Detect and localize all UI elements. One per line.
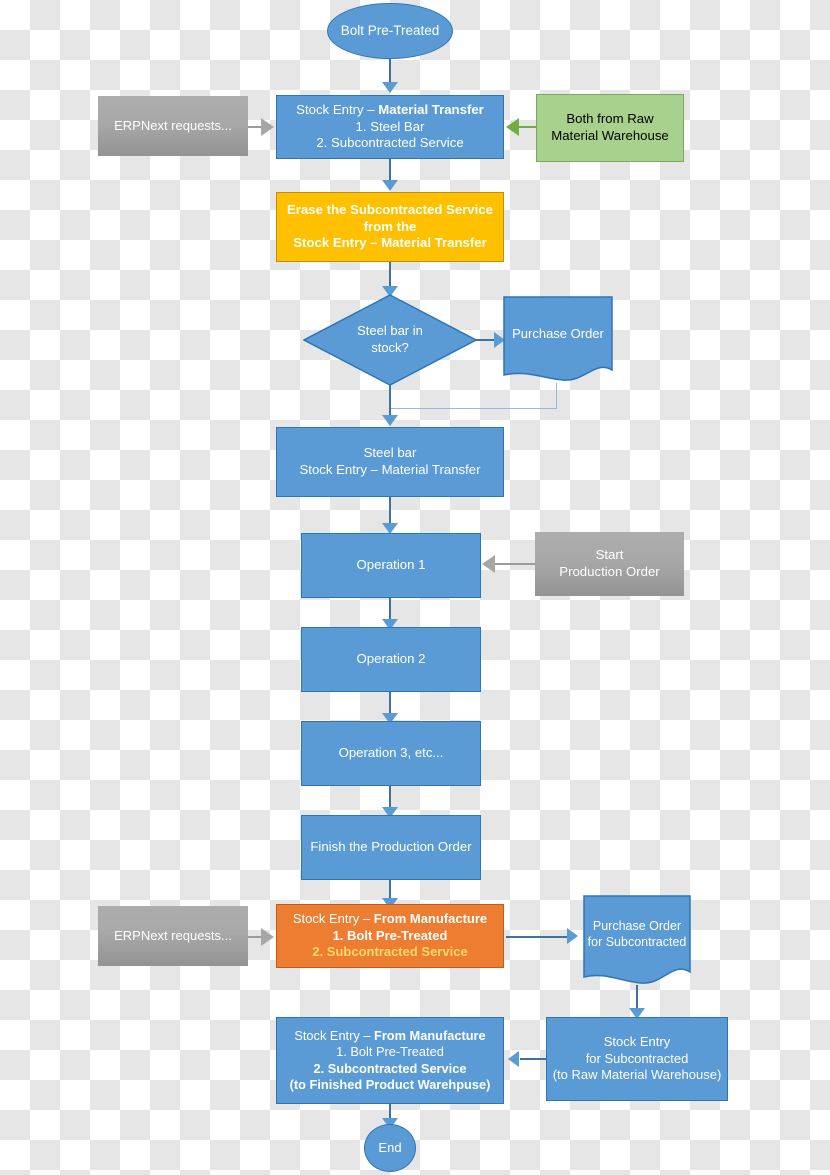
node-erase-subcontracted-service[interactable]: Erase the Subcontracted Service from the… — [276, 192, 504, 262]
arrowhead-left — [508, 1051, 519, 1067]
from-manufacture-line-2: 1. Bolt Pre-Treated — [332, 927, 448, 943]
node-start-production-order[interactable]: Start Production Order — [535, 532, 684, 596]
from-manufacture-line-3: 2. Subcontracted Service — [312, 944, 468, 960]
stock-entry-sub-line-1: Stock Entry — [603, 1034, 671, 1050]
start-production-line-2: Production Order — [559, 564, 660, 579]
stock-entry-sub-line-2: for Subcontracted — [585, 1050, 689, 1066]
arrowhead-right — [567, 928, 578, 944]
node-finish-production-order[interactable]: Finish the Production Order — [301, 815, 481, 880]
connector-from-manufacture-to-po-subcontracted — [506, 936, 572, 938]
node-decision-steel-bar-in-stock[interactable]: Steel bar in stock? — [303, 294, 477, 386]
final-manufacture-line-1-bold: From Manufacture — [374, 1027, 486, 1043]
start-production-line-1: Start — [595, 547, 624, 563]
node-stock-entry-material-transfer[interactable]: Stock Entry – Material Transfer 1. Steel… — [276, 95, 504, 159]
po-subcontracted-line-2: for Subcontracted — [587, 935, 687, 949]
finish-production-order-label: Finish the Production Order — [310, 839, 472, 855]
arrowhead-right — [261, 928, 274, 946]
node-erpnext-requests-top[interactable]: ERPNext requests... — [98, 96, 248, 156]
node-operation-2[interactable]: Operation 2 — [301, 627, 481, 692]
steel-bar-line-2: Stock Entry – Material Transfer — [299, 462, 481, 477]
node-end-label: End — [378, 1139, 402, 1155]
final-manufacture-line-2: 1. Bolt Pre-Treated — [336, 1044, 444, 1060]
connector-raw-material-to-material-transfer — [519, 126, 537, 128]
from-manufacture-line-1: Stock Entry – From Manufacture — [292, 911, 488, 927]
steel-bar-line-1: Steel bar — [363, 445, 417, 461]
node-purchase-order-for-subcontracted[interactable]: Purchase Order for Subcontracted — [583, 895, 691, 987]
decision-line-1: Steel bar in — [357, 323, 423, 339]
node-both-from-raw-material-warehouse[interactable]: Both from Raw Material Warehouse — [536, 94, 684, 162]
flowchart-canvas: Bolt Pre-Treated ERPNext requests... Sto… — [0, 0, 830, 1175]
arrowhead-right — [261, 118, 274, 136]
arrowhead-down — [382, 180, 398, 191]
operation-1-label: Operation 1 — [356, 557, 426, 573]
connector-purchase-order-loopback-vertical — [556, 383, 557, 409]
material-transfer-line-1: Stock Entry – Material Transfer — [296, 101, 484, 117]
decision-line-2: stock? — [371, 340, 409, 355]
final-manufacture-line-4: (to Finished Product Warehpuse) — [289, 1076, 491, 1092]
node-start-bolt-pre-treated[interactable]: Bolt Pre-Treated — [327, 3, 453, 59]
node-operation-3[interactable]: Operation 3, etc... — [301, 721, 481, 786]
node-erpnext-requests-bottom[interactable]: ERPNext requests... — [98, 906, 248, 966]
node-steel-bar-material-transfer[interactable]: Steel bar Stock Entry – Material Transfe… — [276, 427, 504, 497]
material-transfer-line-3: 2. Subcontracted Service — [316, 135, 464, 151]
arrowhead-left — [482, 555, 495, 573]
erase-line-3: Stock Entry – Material Transfer — [293, 235, 487, 251]
raw-material-line-2: Material Warehouse — [551, 128, 669, 143]
connector-stock-entry-to-final-manufacture — [520, 1058, 548, 1060]
erase-line-1: Erase the Subcontracted Service — [287, 201, 493, 217]
node-erpnext-requests-top-label: ERPNext requests... — [114, 117, 232, 133]
node-operation-1[interactable]: Operation 1 — [301, 533, 481, 598]
arrowhead-down — [382, 82, 398, 93]
arrowhead-left — [506, 118, 519, 136]
arrowhead-down — [382, 415, 398, 426]
connector-start-production-to-operation-1 — [495, 563, 535, 565]
operation-3-label: Operation 3, etc... — [338, 745, 444, 761]
final-manufacture-line-3: 2. Subcontracted Service — [313, 1060, 467, 1076]
raw-material-line-1: Both from Raw — [566, 111, 654, 127]
connector-purchase-order-loopback-horizontal — [390, 408, 557, 409]
material-transfer-line-2: 1. Steel Bar — [355, 118, 425, 134]
po-subcontracted-line-1: Purchase Order — [592, 919, 682, 933]
final-manufacture-line-1: Stock Entry – From Manufacture — [294, 1027, 486, 1043]
operation-2-label: Operation 2 — [356, 651, 426, 667]
node-start-label: Bolt Pre-Treated — [340, 23, 440, 39]
stock-entry-sub-line-3: (to Raw Material Warehouse) — [552, 1067, 722, 1083]
from-manufacture-line-1-bold: From Manufacture — [373, 911, 488, 927]
node-stock-entry-for-subcontracted[interactable]: Stock Entry for Subcontracted (to Raw Ma… — [546, 1017, 728, 1101]
node-purchase-order[interactable]: Purchase Order — [503, 296, 613, 384]
material-transfer-line-1-bold: Material Transfer — [378, 101, 484, 117]
node-stock-entry-from-manufacture-final[interactable]: Stock Entry – From Manufacture 1. Bolt P… — [276, 1017, 504, 1104]
erase-line-2: from the — [363, 218, 417, 234]
node-end[interactable]: End — [364, 1124, 416, 1172]
node-stock-entry-from-manufacture[interactable]: Stock Entry – From Manufacture 1. Bolt P… — [276, 904, 504, 968]
purchase-order-label: Purchase Order — [512, 325, 604, 341]
node-erpnext-requests-bottom-label: ERPNext requests... — [114, 927, 232, 943]
